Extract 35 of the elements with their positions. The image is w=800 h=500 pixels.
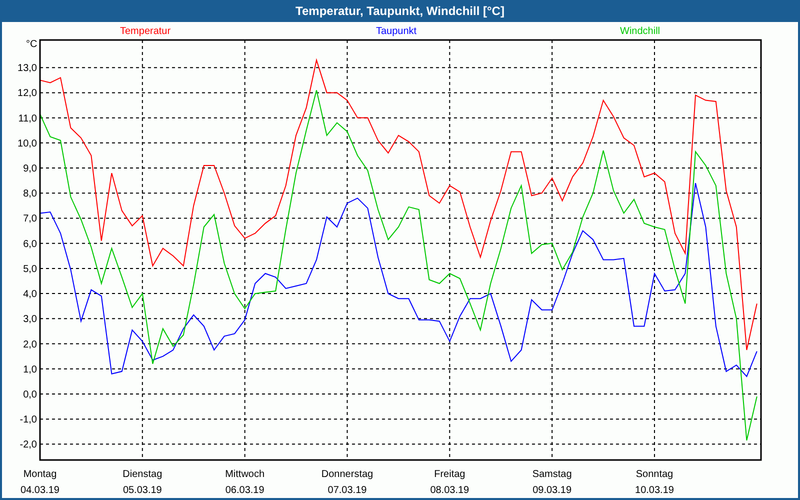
axis-tick-label: 10,0 [18, 138, 37, 150]
window-title: Temperatur, Taupunkt, Windchill [°C] [294, 3, 506, 20]
legend-label: Temperatur [120, 26, 171, 37]
axis-tick-label: 7,0 [23, 214, 37, 225]
day-label: Dienstag [122, 469, 162, 480]
date-label: 06.03.19 [225, 485, 264, 496]
axis-tick-label: -1,0 [20, 414, 37, 426]
axis-tick-label: 2,0 [23, 339, 37, 350]
axis-tick-label: 6,0 [23, 238, 37, 250]
axis-tick-label: 3,0 [23, 314, 37, 326]
axis-tick-label: 0,0 [23, 389, 37, 400]
legend-label: Windchill [620, 26, 660, 37]
legend-label: Taupunkt [376, 26, 417, 37]
day-label: Mittwoch [225, 469, 265, 480]
axis-tick-label: 4,0 [23, 289, 37, 300]
axis-tick-label: -2,0 [20, 440, 37, 451]
axis-tick-label: 9,0 [23, 164, 37, 175]
date-label: 10.03.19 [635, 485, 674, 496]
date-label: 07.03.19 [328, 485, 367, 496]
axis-tick-label: 1,0 [23, 364, 37, 376]
axis-tick-label: 8,0 [23, 188, 37, 200]
day-label: Freitag [434, 469, 466, 480]
axis-tick-label: 11,0 [18, 113, 37, 124]
axis-unit: °C [26, 39, 38, 50]
day-label: Montag [23, 469, 57, 480]
date-label: 04.03.19 [20, 485, 60, 496]
date-label: 08.03.19 [430, 485, 470, 496]
axis-tick-label: 12,0 [18, 88, 37, 100]
axis-tick-label: 5,0 [23, 264, 37, 275]
date-label: 05.03.19 [122, 485, 162, 496]
axis-tick-label: 13,0 [18, 63, 37, 74]
date-label: 09.03.19 [532, 485, 572, 496]
day-label: Sonntag [636, 469, 674, 480]
day-label: Samstag [532, 469, 572, 480]
day-label: Donnerstag [321, 469, 374, 480]
